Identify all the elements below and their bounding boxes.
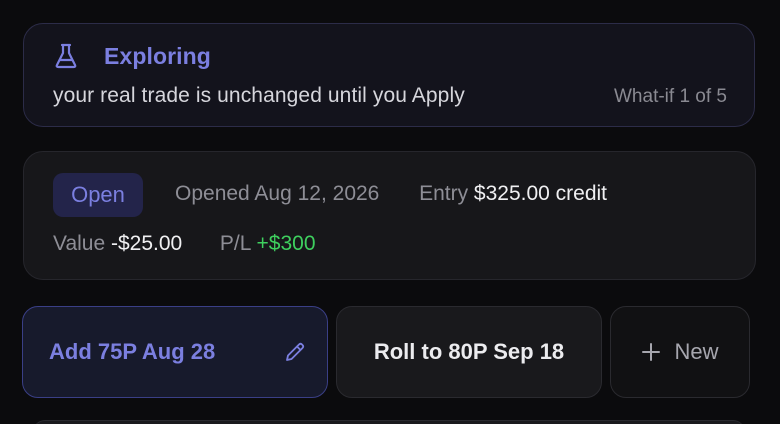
next-card-edge bbox=[33, 420, 745, 424]
entry-value: $325.00 credit bbox=[473, 182, 608, 205]
exploring-banner: Exploring your real trade is unchanged u… bbox=[23, 23, 755, 127]
roll-button[interactable]: Roll to 80P Sep 18 bbox=[336, 306, 602, 398]
entry-label: Entry bbox=[419, 182, 469, 205]
pl-label: P/L bbox=[219, 232, 251, 255]
value-label: Value bbox=[53, 232, 106, 255]
new-label: New bbox=[674, 339, 719, 364]
opened-label: Opened bbox=[175, 182, 250, 205]
plus-icon bbox=[642, 343, 661, 361]
scenario-counter: What-if 1 of 5 bbox=[614, 86, 727, 107]
banner-header: Exploring bbox=[53, 42, 211, 70]
value-amount: -$25.00 bbox=[111, 232, 183, 255]
what-if-panel: Exploring your real trade is unchanged u… bbox=[0, 0, 780, 424]
banner-description: your real trade is unchanged until you A… bbox=[53, 84, 465, 107]
position-card: Open Opened Aug 12, 2026 Entry $325.00 c… bbox=[23, 151, 756, 280]
position-summary-row: Opened Aug 12, 2026 Entry $325.00 credit bbox=[175, 182, 607, 206]
pl-amount: +$300 bbox=[256, 232, 316, 255]
new-scenario-button[interactable]: New bbox=[610, 306, 750, 398]
roll-label: Roll to 80P Sep 18 bbox=[373, 339, 565, 364]
banner-title: Exploring bbox=[104, 42, 211, 69]
opened-date: Aug 12, 2026 bbox=[254, 182, 380, 205]
pencil-icon[interactable] bbox=[283, 340, 307, 364]
flask-icon bbox=[55, 43, 77, 69]
status-badge: Open bbox=[53, 173, 143, 217]
add-leg-label: Add 75P Aug 28 bbox=[49, 339, 216, 364]
position-value-row: Value -$25.00 P/L +$300 bbox=[53, 232, 316, 256]
add-leg-button[interactable]: Add 75P Aug 28 bbox=[22, 306, 328, 398]
